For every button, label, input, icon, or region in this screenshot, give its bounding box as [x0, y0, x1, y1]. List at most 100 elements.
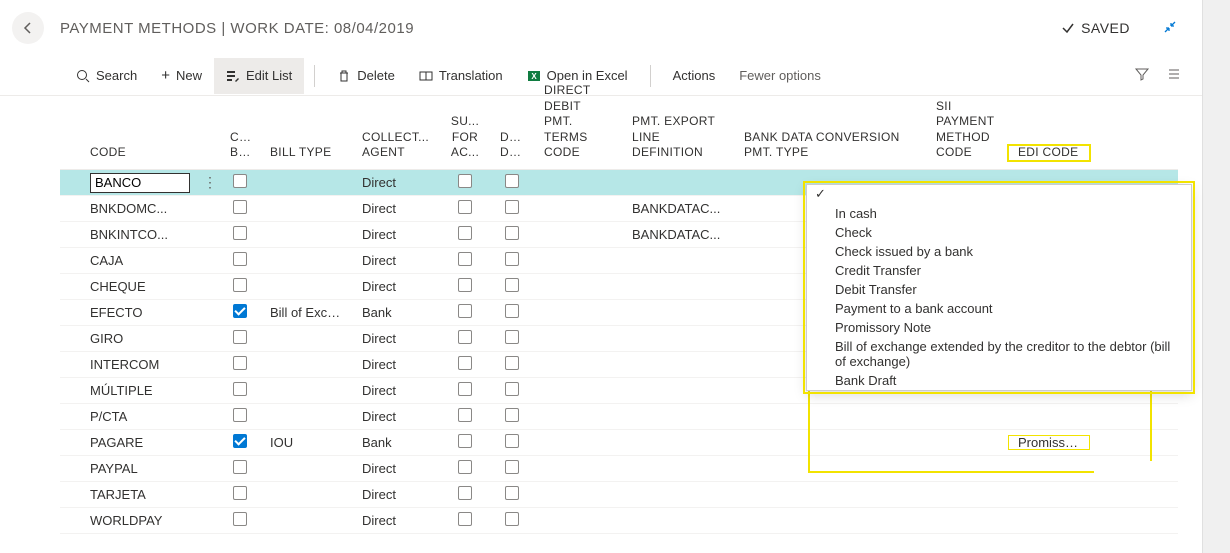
dir-de-checkbox[interactable]: [505, 382, 519, 396]
cr-bil-checkbox[interactable]: [233, 226, 247, 240]
su-for-ac-checkbox[interactable]: [458, 174, 472, 188]
col-cr-bil[interactable]: CR... BIL...: [220, 130, 260, 161]
col-dir-de[interactable]: DIR... DE...: [490, 130, 534, 161]
su-for-ac-checkbox[interactable]: [458, 252, 472, 266]
edit-list-button[interactable]: Edit List: [214, 58, 304, 94]
cell-collect-agent[interactable]: Bank: [352, 435, 440, 450]
dropdown-option[interactable]: In cash: [807, 204, 1191, 223]
page-scrollbar[interactable]: [1202, 0, 1230, 553]
cr-bil-checkbox[interactable]: [233, 434, 247, 448]
cell-collect-agent[interactable]: Direct: [352, 383, 440, 398]
cell-collect-agent[interactable]: Direct: [352, 487, 440, 502]
su-for-ac-checkbox[interactable]: [458, 486, 472, 500]
su-for-ac-checkbox[interactable]: [458, 382, 472, 396]
cr-bil-checkbox[interactable]: [233, 278, 247, 292]
cr-bil-checkbox[interactable]: [233, 486, 247, 500]
cell-code[interactable]: WORLDPAY: [80, 513, 200, 528]
dropdown-option[interactable]: Bill of exchange extended by the credito…: [807, 337, 1191, 371]
dropdown-option[interactable]: Check issued by a bank: [807, 242, 1191, 261]
dropdown-option[interactable]: Bank Draft: [807, 371, 1191, 390]
list-view-button[interactable]: [1158, 66, 1190, 85]
cr-bil-checkbox[interactable]: [233, 460, 247, 474]
col-collect[interactable]: COLLECT... AGENT: [352, 130, 440, 161]
su-for-ac-checkbox[interactable]: [458, 330, 472, 344]
cell-collect-agent[interactable]: Direct: [352, 331, 440, 346]
dir-de-checkbox[interactable]: [505, 408, 519, 422]
cell-code[interactable]: PAGARE: [80, 435, 200, 450]
cell-collect-agent[interactable]: Direct: [352, 175, 440, 190]
col-sii-pmc[interactable]: SII PAYMENT METHOD CODE: [926, 99, 1008, 161]
dir-de-checkbox[interactable]: [505, 356, 519, 370]
col-pmt-export[interactable]: PMT. EXPORT LINE DEFINITION: [622, 114, 734, 161]
su-for-ac-checkbox[interactable]: [458, 278, 472, 292]
table-row[interactable]: PAYPALDirect: [60, 456, 1178, 482]
su-for-ac-checkbox[interactable]: [458, 304, 472, 318]
cell-edi-code[interactable]: Promissory: [1008, 435, 1090, 450]
translation-button[interactable]: Translation: [407, 58, 515, 94]
new-button[interactable]: + New: [149, 58, 214, 94]
su-for-ac-checkbox[interactable]: [458, 408, 472, 422]
back-button[interactable]: [12, 12, 44, 44]
cr-bil-checkbox[interactable]: [233, 356, 247, 370]
cell-code[interactable]: EFECTO: [80, 305, 200, 320]
cr-bil-checkbox[interactable]: [233, 330, 247, 344]
su-for-ac-checkbox[interactable]: [458, 460, 472, 474]
cell-collect-agent[interactable]: Bank: [352, 305, 440, 320]
col-bdc-pmt[interactable]: BANK DATA CONVERSION PMT. TYPE: [734, 130, 926, 161]
col-bill-type[interactable]: BILL TYPE: [260, 145, 352, 161]
dir-de-checkbox[interactable]: [505, 460, 519, 474]
cell-code[interactable]: P/CTA: [80, 409, 200, 424]
cell-collect-agent[interactable]: Direct: [352, 279, 440, 294]
delete-button[interactable]: Delete: [325, 58, 407, 94]
dropdown-option[interactable]: Promissory Note: [807, 318, 1191, 337]
cell-collect-agent[interactable]: Direct: [352, 201, 440, 216]
fewer-options-button[interactable]: Fewer options: [727, 58, 833, 94]
cr-bil-checkbox[interactable]: [233, 382, 247, 396]
su-for-ac-checkbox[interactable]: [458, 226, 472, 240]
cr-bil-checkbox[interactable]: [233, 408, 247, 422]
dir-de-checkbox[interactable]: [505, 330, 519, 344]
col-dd-pmt[interactable]: DIRECT DEBIT PMT. TERMS CODE: [534, 83, 622, 161]
su-for-ac-checkbox[interactable]: [458, 356, 472, 370]
cell-collect-agent[interactable]: Direct: [352, 409, 440, 424]
su-for-ac-checkbox[interactable]: [458, 200, 472, 214]
cr-bil-checkbox[interactable]: [233, 200, 247, 214]
dropdown-option[interactable]: Debit Transfer: [807, 280, 1191, 299]
dir-de-checkbox[interactable]: [505, 434, 519, 448]
collapse-button[interactable]: [1162, 19, 1178, 38]
dir-de-checkbox[interactable]: [505, 278, 519, 292]
cell-code[interactable]: GIRO: [80, 331, 200, 346]
dir-de-checkbox[interactable]: [505, 200, 519, 214]
cell-code[interactable]: CAJA: [80, 253, 200, 268]
su-for-ac-checkbox[interactable]: [458, 434, 472, 448]
table-row[interactable]: TARJETA Direct: [60, 482, 1178, 508]
cell-code[interactable]: TARJETA: [80, 487, 200, 502]
cell-bill-type[interactable]: Bill of Excha...: [260, 305, 352, 320]
col-edi-code[interactable]: EDI CODE: [1008, 145, 1090, 161]
dropdown-option[interactable]: Credit Transfer: [807, 261, 1191, 280]
table-row[interactable]: WORLDPAYDirect: [60, 508, 1178, 534]
search-button[interactable]: Search: [64, 58, 149, 94]
col-su-for-ac[interactable]: SU... FOR AC...: [440, 114, 490, 161]
cell-pmt-export[interactable]: BANKDATAC...: [622, 227, 734, 242]
cell-collect-agent[interactable]: Direct: [352, 227, 440, 242]
row-options-button[interactable]: ⋮: [203, 174, 217, 191]
su-for-ac-checkbox[interactable]: [458, 512, 472, 526]
dir-de-checkbox[interactable]: [505, 512, 519, 526]
cr-bil-checkbox[interactable]: [233, 174, 247, 188]
col-code[interactable]: CODE: [80, 145, 200, 161]
cell-code[interactable]: [80, 173, 200, 193]
cell-code[interactable]: BNKDOMC...: [80, 201, 200, 216]
cr-bil-checkbox[interactable]: [233, 304, 247, 318]
dir-de-checkbox[interactable]: [505, 252, 519, 266]
table-row[interactable]: P/CTA Direct: [60, 404, 1178, 430]
table-row[interactable]: PAGAREIOUBankPromissory: [60, 430, 1178, 456]
cell-pmt-export[interactable]: BANKDATAC...: [622, 201, 734, 216]
dir-de-checkbox[interactable]: [505, 304, 519, 318]
dropdown-option[interactable]: Payment to a bank account: [807, 299, 1191, 318]
filter-button[interactable]: [1126, 66, 1158, 85]
cell-collect-agent[interactable]: Direct: [352, 357, 440, 372]
code-input[interactable]: [90, 173, 190, 193]
dropdown-option[interactable]: Check: [807, 223, 1191, 242]
cell-code[interactable]: CHEQUE: [80, 279, 200, 294]
